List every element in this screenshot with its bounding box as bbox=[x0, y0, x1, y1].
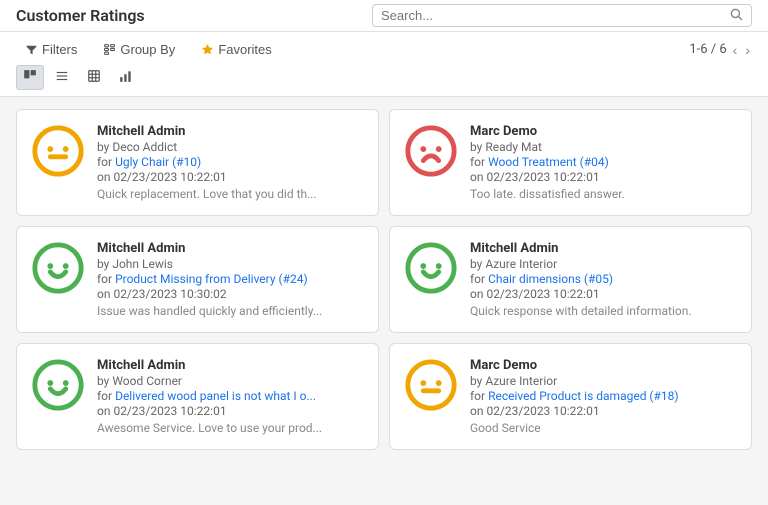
rating-face bbox=[31, 241, 85, 295]
card-for-label: for bbox=[470, 272, 488, 286]
card-body: Mitchell Admin by John Lewis for Product… bbox=[97, 241, 364, 318]
card-date: on 02/23/2023 10:22:01 bbox=[470, 287, 737, 301]
search-container bbox=[372, 4, 752, 27]
card: Marc Demo by Azure Interior for Received… bbox=[389, 343, 752, 450]
card-name: Mitchell Admin bbox=[97, 358, 364, 373]
card-comment: Quick replacement. Love that you did th.… bbox=[97, 187, 364, 201]
card-body: Mitchell Admin by Azure Interior for Cha… bbox=[470, 241, 737, 318]
next-page-button[interactable]: › bbox=[743, 42, 752, 58]
kanban-view-button[interactable] bbox=[16, 65, 44, 90]
card-name: Mitchell Admin bbox=[97, 241, 364, 256]
card-date: on 02/23/2023 10:22:01 bbox=[470, 170, 737, 184]
card-comment: Good Service bbox=[470, 421, 737, 435]
toolbar-bottom bbox=[16, 65, 752, 96]
card-comment: Awesome Service. Love to use your prod..… bbox=[97, 421, 364, 435]
pagination: 1-6 / 6 ‹ › bbox=[689, 42, 752, 58]
card-for-link[interactable]: Wood Treatment (#04) bbox=[488, 155, 609, 169]
rating-face bbox=[31, 358, 85, 412]
card-for: for Received Product is damaged (#18) bbox=[470, 389, 737, 403]
card-by: by Deco Addict bbox=[97, 140, 364, 154]
card-for-link[interactable]: Received Product is damaged (#18) bbox=[488, 389, 679, 403]
card-body: Mitchell Admin by Deco Addict for Ugly C… bbox=[97, 124, 364, 201]
search-icon bbox=[729, 7, 743, 21]
card-for: for Product Missing from Delivery (#24) bbox=[97, 272, 364, 286]
card-for-link[interactable]: Product Missing from Delivery (#24) bbox=[115, 272, 308, 286]
toolbar: Filters Group By Favorites 1-6 / 6 ‹ › bbox=[0, 32, 768, 97]
card-name: Marc Demo bbox=[470, 124, 737, 139]
rating-face bbox=[31, 124, 85, 178]
card-date: on 02/23/2023 10:22:01 bbox=[97, 404, 364, 418]
card-date: on 02/23/2023 10:22:01 bbox=[470, 404, 737, 418]
card-for-label: for bbox=[470, 155, 488, 169]
prev-page-button[interactable]: ‹ bbox=[731, 42, 740, 58]
card-body: Mitchell Admin by Wood Corner for Delive… bbox=[97, 358, 364, 435]
pagination-text: 1-6 / 6 bbox=[689, 42, 726, 57]
card-for: for Chair dimensions (#05) bbox=[470, 272, 737, 286]
card-comment: Too late. dissatisfied answer. bbox=[470, 187, 737, 201]
card-date: on 02/23/2023 10:30:02 bbox=[97, 287, 364, 301]
card-for-link[interactable]: Chair dimensions (#05) bbox=[488, 272, 613, 286]
card-comment: Issue was handled quickly and efficientl… bbox=[97, 304, 364, 318]
card-for: for Delivered wood panel is not what I o… bbox=[97, 389, 364, 403]
content: Mitchell Admin by Deco Addict for Ugly C… bbox=[0, 97, 768, 462]
table-icon bbox=[87, 69, 101, 83]
card-for-link[interactable]: Delivered wood panel is not what I o... bbox=[115, 389, 316, 403]
group-by-label: Group By bbox=[120, 42, 175, 57]
favorites-button[interactable]: Favorites bbox=[192, 38, 280, 61]
rating-face bbox=[404, 124, 458, 178]
card: Mitchell Admin by Deco Addict for Ugly C… bbox=[16, 109, 379, 216]
card-date: on 02/23/2023 10:22:01 bbox=[97, 170, 364, 184]
filters-button[interactable]: Filters bbox=[16, 38, 86, 61]
card-comment: Quick response with detailed information… bbox=[470, 304, 737, 318]
card-by: by Azure Interior bbox=[470, 374, 737, 388]
list-view-button[interactable] bbox=[48, 65, 76, 90]
card-for-label: for bbox=[97, 155, 115, 169]
top-bar: Customer Ratings bbox=[0, 0, 768, 32]
card-by: by Azure Interior bbox=[470, 257, 737, 271]
card-by: by John Lewis bbox=[97, 257, 364, 271]
card-by: by Wood Corner bbox=[97, 374, 364, 388]
card: Mitchell Admin by Wood Corner for Delive… bbox=[16, 343, 379, 450]
card: Marc Demo by Ready Mat for Wood Treatmen… bbox=[389, 109, 752, 216]
star-icon bbox=[201, 43, 214, 56]
list-icon bbox=[55, 69, 69, 83]
group-icon bbox=[103, 43, 116, 56]
filters-label: Filters bbox=[42, 42, 77, 57]
card-name: Marc Demo bbox=[470, 358, 737, 373]
card-for-label: for bbox=[97, 272, 115, 286]
page-title: Customer Ratings bbox=[16, 6, 145, 25]
graph-icon bbox=[119, 69, 133, 83]
card-body: Marc Demo by Ready Mat for Wood Treatmen… bbox=[470, 124, 737, 201]
group-by-button[interactable]: Group By bbox=[94, 38, 184, 61]
card: Mitchell Admin by John Lewis for Product… bbox=[16, 226, 379, 333]
search-input[interactable] bbox=[381, 8, 729, 23]
graph-view-button[interactable] bbox=[112, 65, 140, 90]
card-for: for Wood Treatment (#04) bbox=[470, 155, 737, 169]
kanban-icon bbox=[23, 69, 37, 83]
card-for: for Ugly Chair (#10) bbox=[97, 155, 364, 169]
card-by: by Ready Mat bbox=[470, 140, 737, 154]
filter-icon bbox=[25, 43, 38, 56]
card-for-link[interactable]: Ugly Chair (#10) bbox=[115, 155, 201, 169]
favorites-label: Favorites bbox=[218, 42, 271, 57]
cards-grid: Mitchell Admin by Deco Addict for Ugly C… bbox=[16, 109, 752, 450]
toolbar-top: Filters Group By Favorites 1-6 / 6 ‹ › bbox=[16, 38, 752, 61]
table-view-button[interactable] bbox=[80, 65, 108, 90]
card-for-label: for bbox=[470, 389, 488, 403]
search-icon-btn[interactable] bbox=[729, 7, 743, 24]
card-name: Mitchell Admin bbox=[470, 241, 737, 256]
card-for-label: for bbox=[97, 389, 115, 403]
card-body: Marc Demo by Azure Interior for Received… bbox=[470, 358, 737, 435]
rating-face bbox=[404, 358, 458, 412]
card: Mitchell Admin by Azure Interior for Cha… bbox=[389, 226, 752, 333]
rating-face bbox=[404, 241, 458, 295]
card-name: Mitchell Admin bbox=[97, 124, 364, 139]
